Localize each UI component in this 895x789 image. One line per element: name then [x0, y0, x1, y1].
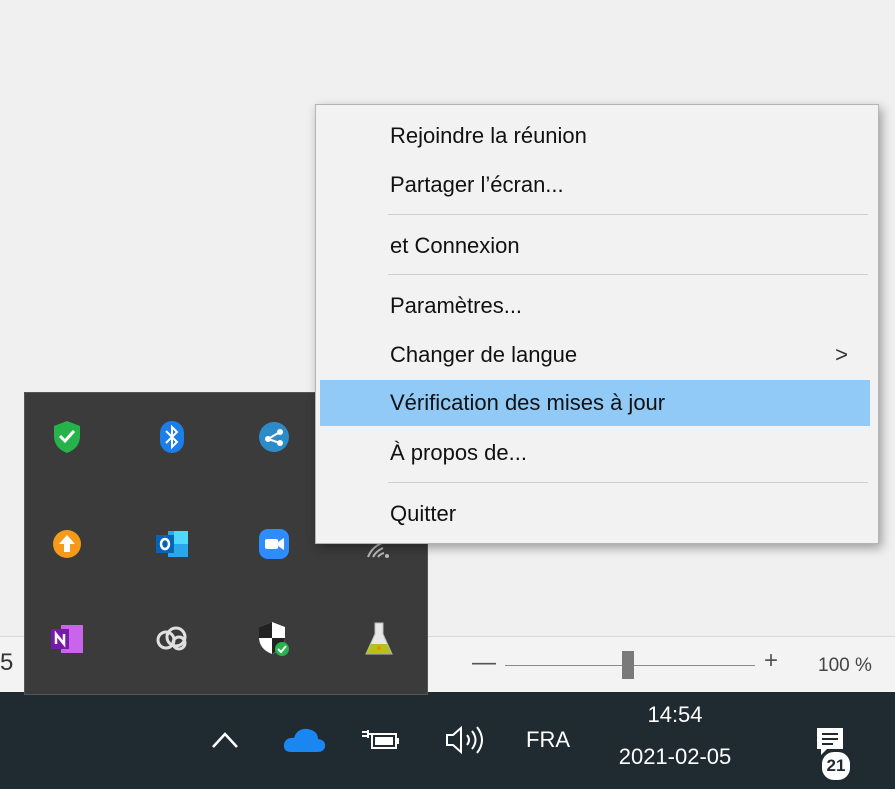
- taskbar: FRA 14:54 2021-02-05 21: [0, 692, 895, 789]
- menu-item-check-updates[interactable]: Vérification des mises à jour: [320, 380, 870, 426]
- menu-item-label: Vérification des mises à jour: [390, 390, 666, 415]
- menu-item-label: Paramètres...: [390, 293, 523, 318]
- clock-date[interactable]: 2021-02-05: [600, 744, 750, 770]
- volume-tray-button[interactable]: [440, 720, 490, 760]
- security-shield-icon[interactable]: [250, 615, 298, 663]
- notification-count-badge: 21: [820, 750, 852, 782]
- share-icon[interactable]: [250, 413, 298, 461]
- menu-separator: [388, 214, 868, 215]
- creative-cloud-icon[interactable]: [148, 615, 196, 663]
- clock-time[interactable]: 14:54: [620, 702, 730, 728]
- menu-item-quit[interactable]: Quitter: [320, 491, 870, 537]
- menu-item-share-screen[interactable]: Partager l’écran...: [320, 162, 870, 208]
- show-hidden-icons-button[interactable]: [205, 720, 245, 760]
- menu-item-join-meeting[interactable]: Rejoindre la réunion: [320, 113, 870, 159]
- menu-item-settings[interactable]: Paramètres...: [320, 283, 870, 329]
- onenote-icon[interactable]: [43, 615, 91, 663]
- bluetooth-icon[interactable]: [148, 413, 196, 461]
- menu-item-about[interactable]: À propos de...: [320, 430, 870, 476]
- zoom-in-button[interactable]: +: [764, 647, 778, 675]
- battery-plug-icon: [362, 730, 399, 749]
- menu-item-label: Partager l’écran...: [390, 172, 564, 197]
- chevron-up-icon: [212, 732, 238, 748]
- power-tray-button[interactable]: [360, 722, 400, 758]
- menu-item-label: À propos de...: [390, 440, 527, 465]
- zoom-level[interactable]: 100 %: [818, 655, 872, 677]
- menu-item-connexion[interactable]: et Connexion: [320, 223, 870, 269]
- menu-item-label: et Connexion: [390, 233, 520, 258]
- menu-separator: [388, 482, 868, 483]
- input-language-button[interactable]: FRA: [518, 722, 578, 758]
- speaker-icon: [446, 725, 483, 755]
- zoom-out-button[interactable]: —: [472, 649, 496, 677]
- defender-check-icon[interactable]: [43, 413, 91, 461]
- cloud-icon: [283, 728, 326, 752]
- context-menu: Rejoindre la réunion Partager l’écran...…: [315, 104, 879, 544]
- zoom-icon[interactable]: [250, 520, 298, 568]
- menu-item-change-language[interactable]: Changer de langue >: [320, 332, 870, 378]
- menu-item-label: Quitter: [390, 501, 457, 526]
- status-left-text: 5: [0, 649, 14, 676]
- menu-item-label: Rejoindre la réunion: [390, 123, 587, 148]
- upload-icon[interactable]: [43, 520, 91, 568]
- chevron-right-icon: >: [835, 342, 848, 367]
- zoom-slider-thumb[interactable]: [622, 651, 634, 679]
- flask-icon[interactable]: [355, 615, 403, 663]
- menu-item-label: Changer de langue: [390, 342, 578, 367]
- onedrive-tray-button[interactable]: [280, 722, 328, 758]
- menu-separator: [388, 274, 868, 275]
- outlook-icon[interactable]: [148, 520, 196, 568]
